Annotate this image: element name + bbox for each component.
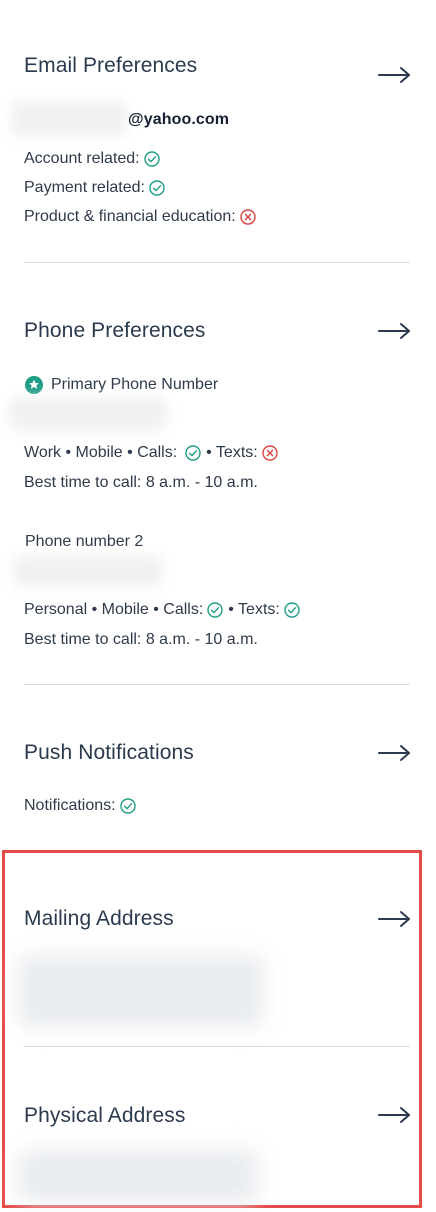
push-notifications-title: Push Notifications xyxy=(24,741,194,764)
email-preferences-arrow-icon[interactable] xyxy=(378,66,412,84)
primary-phone-details: Work • Mobile • Calls: • Texts: xyxy=(24,444,278,462)
push-notifications-arrow-icon[interactable] xyxy=(378,744,412,762)
check-circle-icon xyxy=(284,602,300,618)
primary-phone-type: Work • Mobile • Calls: xyxy=(24,444,178,461)
check-circle-icon xyxy=(149,180,165,196)
phone-2-texts-label: • Texts: xyxy=(228,601,280,618)
primary-phone-best-time: Best time to call: 8 a.m. - 10 a.m. xyxy=(24,474,258,491)
mailing-address-redacted xyxy=(18,955,264,1027)
email-domain: @yahoo.com xyxy=(128,111,230,128)
phone-2-details: Personal • Mobile • Calls: • Texts: xyxy=(24,601,300,619)
mailing-address-title: Mailing Address xyxy=(24,907,174,930)
physical-address-title: Physical Address xyxy=(24,1104,186,1127)
phone-preferences-arrow-icon[interactable] xyxy=(378,322,412,340)
check-circle-icon xyxy=(207,602,223,618)
email-row-account: Account related: xyxy=(24,150,160,168)
x-circle-icon xyxy=(262,445,278,461)
primary-phone-number-redacted xyxy=(10,398,166,430)
star-badge-icon xyxy=(25,376,43,394)
phone-preferences-title: Phone Preferences xyxy=(24,319,206,342)
email-preferences-title: Email Preferences xyxy=(24,54,198,77)
check-circle-icon xyxy=(143,151,160,167)
physical-address-arrow-icon[interactable] xyxy=(378,1106,412,1124)
mailing-address-arrow-icon[interactable] xyxy=(378,910,412,928)
phone-number-2-label: Phone number 2 xyxy=(25,533,144,550)
email-row-label: Account related: xyxy=(24,150,140,167)
phone-2-type: Personal • Mobile • Calls: xyxy=(24,601,204,618)
email-row-label: Product & financial education: xyxy=(24,208,236,225)
phone-2-best-time: Best time to call: 8 a.m. - 10 a.m. xyxy=(24,631,258,648)
divider xyxy=(24,1046,410,1047)
email-row-payment: Payment related: xyxy=(24,179,165,197)
email-username-redacted xyxy=(12,102,126,136)
primary-phone-label: Primary Phone Number xyxy=(51,376,219,393)
x-circle-icon xyxy=(239,209,256,225)
primary-phone-texts-label: • Texts: xyxy=(206,444,258,461)
divider xyxy=(24,262,410,263)
push-notifications-row: Notifications: xyxy=(24,797,136,815)
push-notifications-label: Notifications: xyxy=(24,797,116,814)
check-circle-icon xyxy=(185,445,201,461)
email-row-label: Payment related: xyxy=(24,179,145,196)
phone-number-2-redacted xyxy=(14,556,162,586)
physical-address-redacted xyxy=(18,1150,258,1202)
email-row-education: Product & financial education: xyxy=(24,208,256,226)
primary-phone-heading: Primary Phone Number xyxy=(25,376,218,394)
check-circle-icon xyxy=(119,798,136,814)
divider xyxy=(24,684,410,685)
